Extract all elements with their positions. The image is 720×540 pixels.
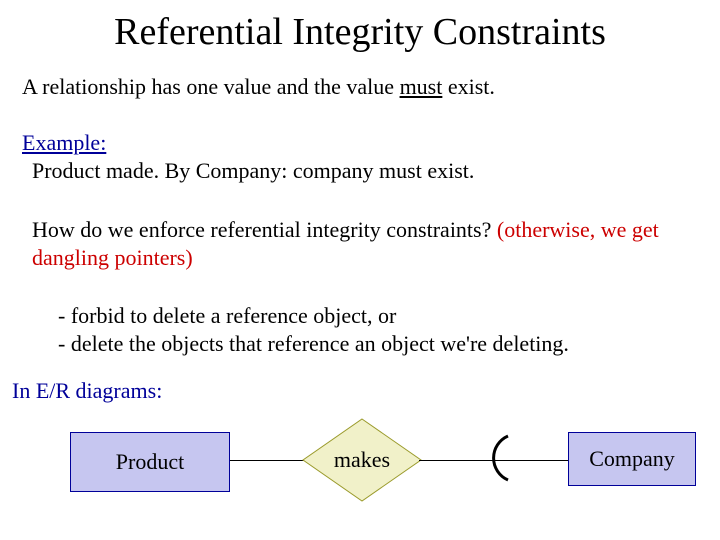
entity-product: Product	[70, 432, 230, 492]
example-heading: Example:	[22, 130, 106, 156]
question-line: How do we enforce referential integrity …	[32, 216, 672, 271]
example-text: Product made. By Company: company must e…	[32, 158, 474, 184]
entity-product-label: Product	[116, 449, 184, 475]
entity-company-label: Company	[589, 446, 675, 472]
slide: Referential Integrity Constraints A rela…	[0, 0, 720, 540]
slide-title: Referential Integrity Constraints	[0, 10, 720, 54]
intro-text-underline: must	[400, 74, 443, 99]
entity-company: Company	[568, 432, 696, 486]
intro-text-b: exist.	[442, 74, 495, 99]
intro-line: A relationship has one value and the val…	[22, 74, 495, 100]
bullet-2: - delete the objects that reference an o…	[58, 330, 569, 358]
intro-text-a: A relationship has one value and the val…	[22, 74, 400, 99]
er-diagram-heading: In E/R diagrams:	[12, 378, 162, 404]
question-text: How do we enforce referential integrity …	[32, 217, 497, 242]
connector-left	[230, 460, 306, 461]
round-arrow-icon	[478, 430, 516, 486]
relationship-label: makes	[302, 418, 422, 502]
relationship-diamond: makes	[302, 418, 422, 502]
bullet-1: - forbid to delete a reference object, o…	[58, 302, 569, 330]
bullet-list: - forbid to delete a reference object, o…	[58, 302, 569, 357]
